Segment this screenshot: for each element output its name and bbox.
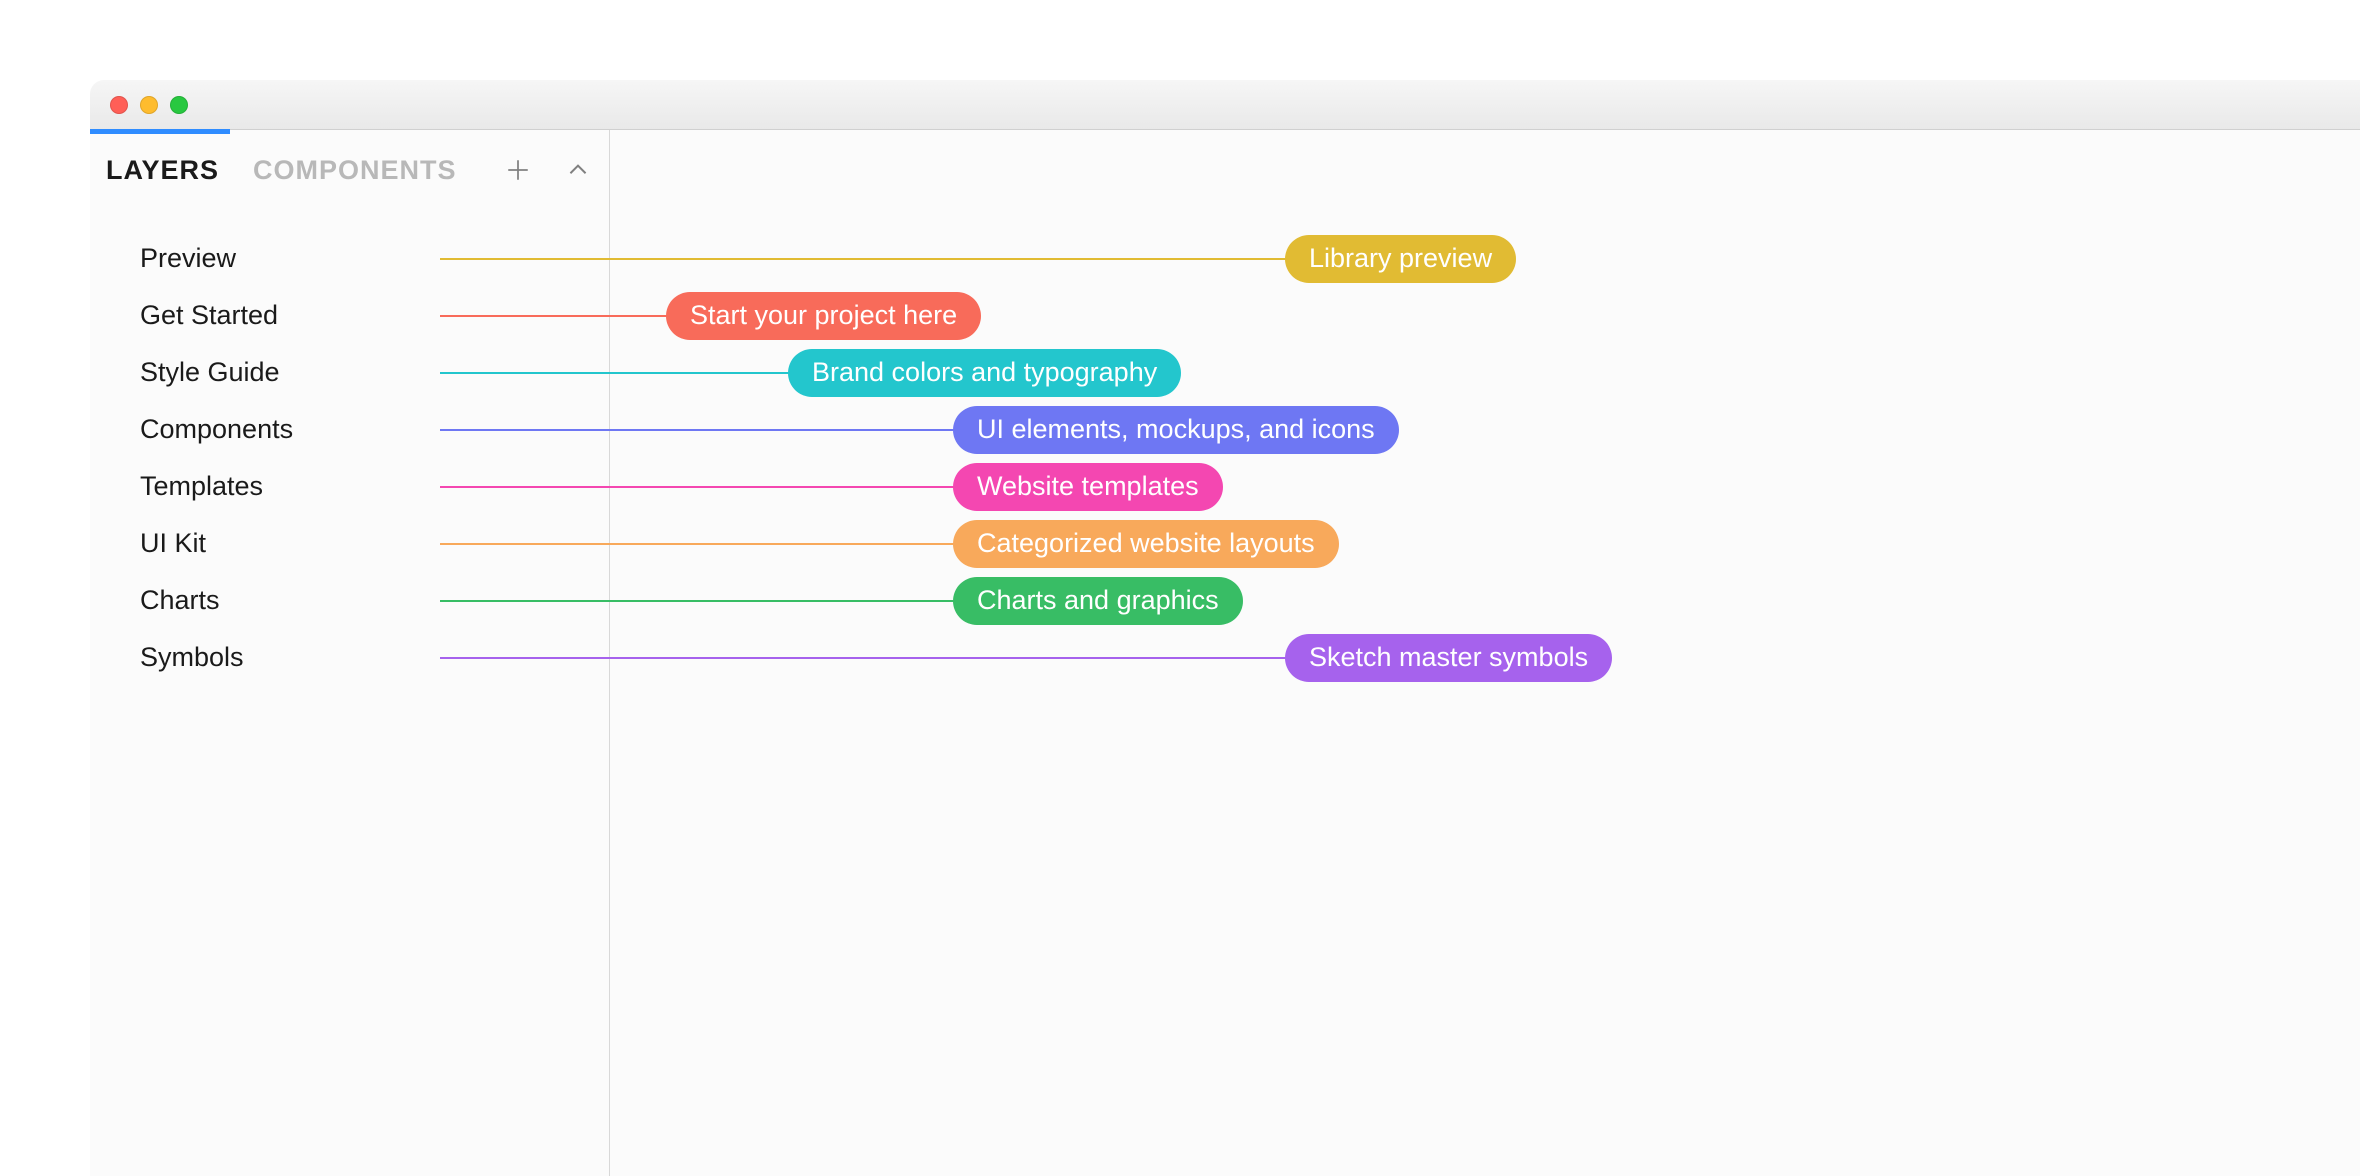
page-item[interactable]: Components (90, 401, 609, 458)
annotation-pill-label: Library preview (1309, 243, 1492, 274)
page-item[interactable]: Preview (90, 230, 609, 287)
annotation-pill: Categorized website layouts (953, 520, 1339, 568)
page-item[interactable]: Charts (90, 572, 609, 629)
page-item-label: Components (140, 414, 293, 445)
page-item[interactable]: Style Guide (90, 344, 609, 401)
sidebar-panel: LAYERS COMPONENTS Preview Get Started Styl… (90, 130, 610, 1176)
zoom-window-button[interactable] (170, 96, 188, 114)
collapse-pages-button[interactable] (563, 155, 593, 185)
page-item-label: UI Kit (140, 528, 206, 559)
chevron-up-icon (565, 157, 591, 183)
page-item-label: Preview (140, 243, 236, 274)
page-item[interactable]: Templates (90, 458, 609, 515)
plus-icon (505, 157, 531, 183)
annotation-pill-label: Website templates (977, 471, 1199, 502)
annotation-pill-label: Start your project here (690, 300, 957, 331)
annotation-pill: Charts and graphics (953, 577, 1243, 625)
annotation-pill-label: Sketch master symbols (1309, 642, 1588, 673)
page-item[interactable]: Get Started (90, 287, 609, 344)
annotation-pill: Start your project here (666, 292, 981, 340)
page-item[interactable]: UI Kit (90, 515, 609, 572)
page-list: Preview Get Started Style Guide Components T… (90, 210, 609, 686)
annotation-pill: Sketch master symbols (1285, 634, 1612, 682)
window-titlebar (90, 80, 2360, 130)
page-item-label: Symbols (140, 642, 244, 673)
annotation-pill: Brand colors and typography (788, 349, 1181, 397)
tab-layers[interactable]: LAYERS (106, 155, 219, 186)
page-item-label: Templates (140, 471, 263, 502)
tab-components[interactable]: COMPONENTS (253, 155, 457, 186)
add-page-button[interactable] (503, 155, 533, 185)
annotation-pill: Website templates (953, 463, 1223, 511)
minimize-window-button[interactable] (140, 96, 158, 114)
annotation-pill-label: Brand colors and typography (812, 357, 1157, 388)
page-item-label: Style Guide (140, 357, 280, 388)
annotation-pill-label: Categorized website layouts (977, 528, 1315, 559)
app-body: LAYERS COMPONENTS Preview Get Started Styl… (90, 130, 2360, 1176)
page-item[interactable]: Symbols (90, 629, 609, 686)
active-tab-indicator (90, 129, 230, 134)
traffic-lights (110, 96, 188, 114)
page-item-label: Charts (140, 585, 220, 616)
annotation-pill-label: UI elements, mockups, and icons (977, 414, 1375, 445)
page-item-label: Get Started (140, 300, 278, 331)
annotation-pill-label: Charts and graphics (977, 585, 1219, 616)
app-window: LAYERS COMPONENTS Preview Get Started Styl… (90, 80, 2360, 1176)
sidebar-tabs: LAYERS COMPONENTS (90, 130, 609, 210)
close-window-button[interactable] (110, 96, 128, 114)
annotation-pill: UI elements, mockups, and icons (953, 406, 1399, 454)
annotation-pill: Library preview (1285, 235, 1516, 283)
